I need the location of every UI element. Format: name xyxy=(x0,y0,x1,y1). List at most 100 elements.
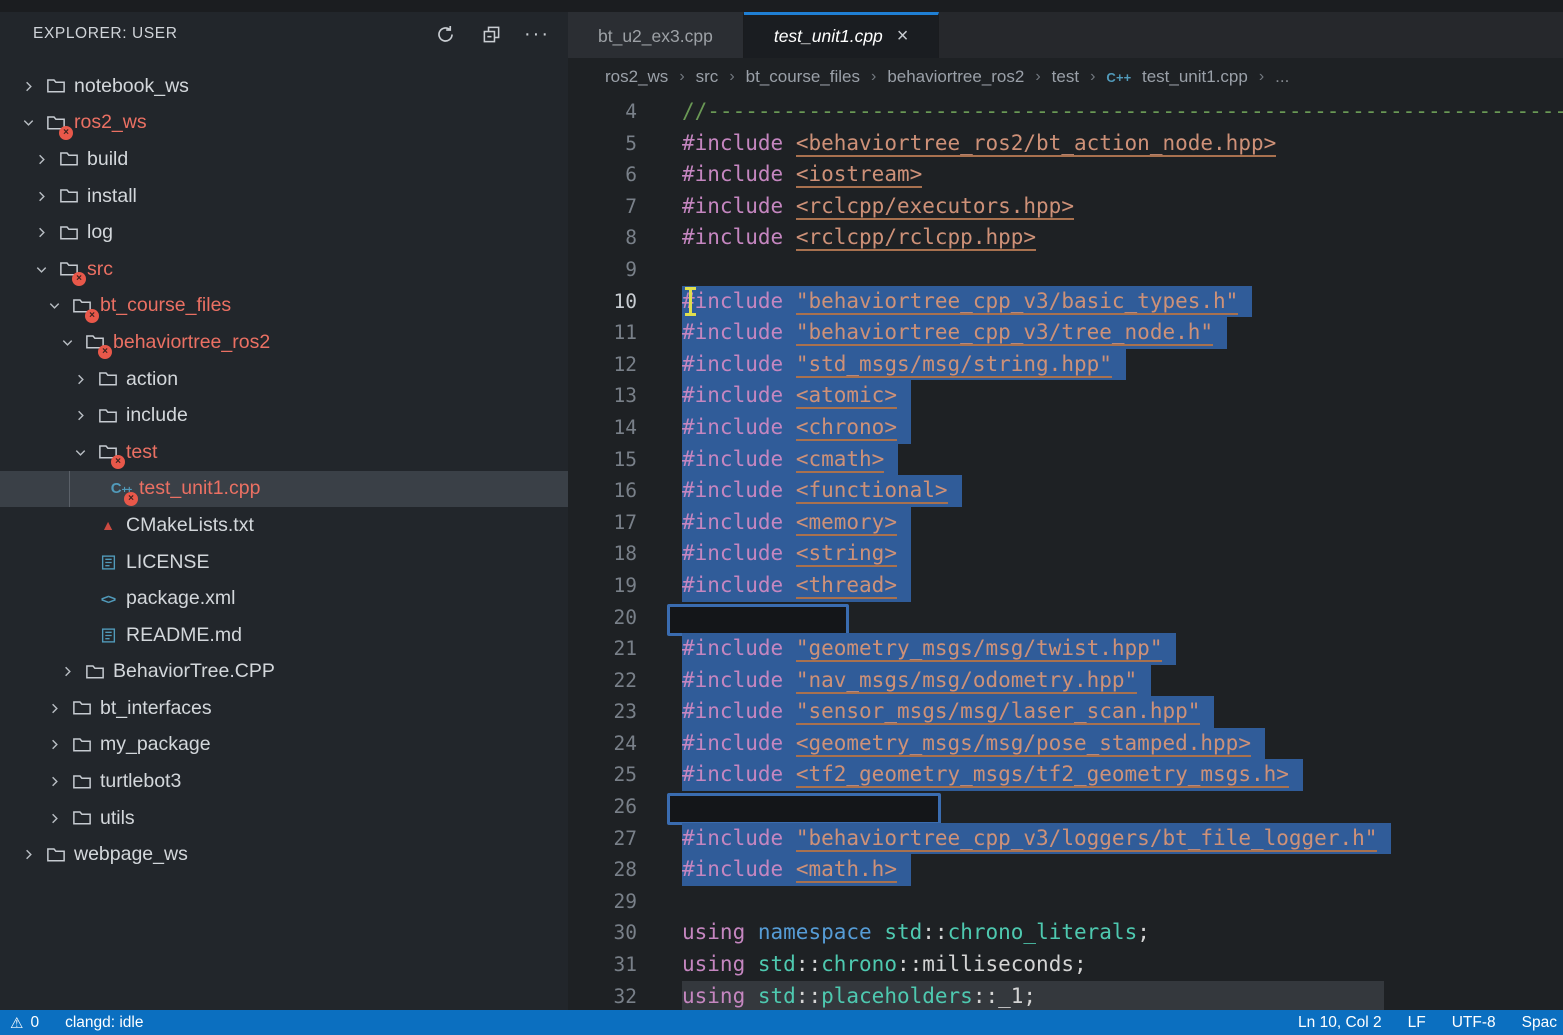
code-line-16[interactable]: 16#include <functional> xyxy=(568,475,1563,507)
breadcrumb-item-...[interactable]: ... xyxy=(1275,67,1289,87)
tree-item-chevron[interactable] xyxy=(57,664,77,679)
code-line-23[interactable]: 23#include "sensor_msgs/msg/laser_scan.h… xyxy=(568,696,1563,728)
file-tree[interactable]: notebook_ws×ros2_wsbuildinstalllog×src×b… xyxy=(0,56,568,1010)
tree-item-chevron[interactable] xyxy=(31,152,51,167)
tree-item-README.md[interactable]: README.md xyxy=(0,617,568,654)
code-line-8[interactable]: 8#include <rclcpp/rclcpp.hpp> xyxy=(568,222,1563,254)
code-line-5[interactable]: 5#include <behaviortree_ros2/bt_action_n… xyxy=(568,128,1563,160)
tree-item-bt_course_files[interactable]: ×bt_course_files xyxy=(0,288,568,325)
cursor-position[interactable]: Ln 10, Col 2 xyxy=(1298,1014,1382,1032)
breadcrumb-item-ros2_ws[interactable]: ros2_ws xyxy=(605,67,668,87)
status-text: 0 xyxy=(30,1014,39,1032)
tab-label: bt_u2_ex3.cpp xyxy=(598,26,713,47)
code-line-29[interactable]: 29 xyxy=(568,886,1563,918)
tree-item-test[interactable]: ×test xyxy=(0,434,568,471)
code-line-17[interactable]: 17#include <memory> xyxy=(568,507,1563,539)
code-line-22[interactable]: 22#include "nav_msgs/msg/odometry.hpp" xyxy=(568,665,1563,697)
tree-item-chevron[interactable] xyxy=(44,737,64,752)
indentation-indicator[interactable]: Spac xyxy=(1522,1014,1557,1032)
status-text: UTF-8 xyxy=(1452,1014,1496,1032)
tree-item-chevron[interactable] xyxy=(31,189,51,204)
tree-item-behaviortree_ros2[interactable]: ×behaviortree_ros2 xyxy=(0,324,568,361)
tree-item-chevron[interactable] xyxy=(70,372,90,387)
code-text: #include <geometry_msgs/msg/pose_stamped… xyxy=(682,728,1265,760)
code-line-28[interactable]: 28#include <math.h> xyxy=(568,854,1563,886)
tree-item-chevron[interactable] xyxy=(70,445,90,460)
code-line-15[interactable]: 15#include <cmath> xyxy=(568,444,1563,476)
line-number: 27 xyxy=(568,823,637,855)
breadcrumb-item-bt_course_files[interactable]: bt_course_files xyxy=(746,67,860,87)
code-line-13[interactable]: 13#include <atomic> xyxy=(568,380,1563,412)
tree-item-chevron[interactable] xyxy=(44,774,64,789)
code-line-7[interactable]: 7#include <rclcpp/executors.hpp> xyxy=(568,191,1563,223)
code-line-9[interactable]: 9 xyxy=(568,254,1563,286)
code-line-26[interactable]: 26 xyxy=(568,791,1563,823)
tree-item-BehaviorTree.CPP[interactable]: BehaviorTree.CPP xyxy=(0,654,568,691)
line-number: 28 xyxy=(568,854,637,886)
tab-close-icon[interactable]: × xyxy=(897,25,909,48)
tree-item-CMakeLists.txt[interactable]: ▲CMakeLists.txt xyxy=(0,507,568,544)
code-line-27[interactable]: 27#include "behaviortree_cpp_v3/loggers/… xyxy=(568,823,1563,855)
code-line-20[interactable]: 20 xyxy=(568,602,1563,634)
tree-item-chevron[interactable] xyxy=(31,225,51,240)
line-number: 12 xyxy=(568,349,637,381)
tree-item-my_package[interactable]: my_package xyxy=(0,727,568,764)
tree-item-turtlebot3[interactable]: turtlebot3 xyxy=(0,763,568,800)
tree-item-webpage_ws[interactable]: webpage_ws xyxy=(0,836,568,873)
tab-bt_u2_ex3.cpp[interactable]: bt_u2_ex3.cpp xyxy=(568,12,744,58)
code-line-30[interactable]: 30using namespace std::chrono_literals; xyxy=(568,917,1563,949)
code-editor[interactable]: 4//-------------------------------------… xyxy=(568,96,1563,1010)
code-line-6[interactable]: 6#include <iostream> xyxy=(568,159,1563,191)
tree-item-ros2_ws[interactable]: ×ros2_ws xyxy=(0,105,568,142)
tree-item-log[interactable]: log xyxy=(0,214,568,251)
code-line-32[interactable]: 32using std::placeholders::_1; xyxy=(568,981,1563,1010)
tab-test_unit1.cpp[interactable]: test_unit1.cpp× xyxy=(744,12,940,58)
code-line-24[interactable]: 24#include <geometry_msgs/msg/pose_stamp… xyxy=(568,728,1563,760)
tree-item-chevron[interactable] xyxy=(44,298,64,313)
code-line-21[interactable]: 21#include "geometry_msgs/msg/twist.hpp" xyxy=(568,633,1563,665)
tree-item-LICENSE[interactable]: LICENSE xyxy=(0,544,568,581)
code-line-11[interactable]: 11#include "behaviortree_cpp_v3/tree_nod… xyxy=(568,317,1563,349)
code-line-31[interactable]: 31using std::chrono::milliseconds; xyxy=(568,949,1563,981)
tree-item-action[interactable]: action xyxy=(0,361,568,398)
tree-item-chevron[interactable] xyxy=(70,408,90,423)
problems-indicator[interactable]: ⚠0 xyxy=(10,1014,39,1032)
tree-item-utils[interactable]: utils xyxy=(0,800,568,837)
collapse-folders-button[interactable] xyxy=(480,23,502,45)
tree-item-install[interactable]: install xyxy=(0,178,568,215)
code-line-14[interactable]: 14#include <chrono> xyxy=(568,412,1563,444)
tree-item-chevron[interactable] xyxy=(18,79,38,94)
tree-item-build[interactable]: build xyxy=(0,141,568,178)
code-line-12[interactable]: 12#include "std_msgs/msg/string.hpp" xyxy=(568,349,1563,381)
encoding-indicator[interactable]: UTF-8 xyxy=(1452,1014,1496,1032)
code-line-25[interactable]: 25#include <tf2_geometry_msgs/tf2_geomet… xyxy=(568,759,1563,791)
tree-item-src[interactable]: ×src xyxy=(0,251,568,288)
tree-item-include[interactable]: include xyxy=(0,397,568,434)
tree-item-chevron[interactable] xyxy=(18,115,38,130)
more-actions-button[interactable]: ··· xyxy=(526,23,548,45)
chevron-right-icon xyxy=(47,701,62,716)
breadcrumb-item-test[interactable]: test xyxy=(1052,67,1079,87)
tree-item-chevron[interactable] xyxy=(44,701,64,716)
tree-item-test_unit1.cpp[interactable]: C++×test_unit1.cpp xyxy=(0,471,568,508)
tree-item-chevron[interactable] xyxy=(57,335,77,350)
tree-item-label: build xyxy=(87,148,128,171)
tree-item-chevron[interactable] xyxy=(31,262,51,277)
code-text: #include <chrono> xyxy=(682,412,911,444)
code-line-4[interactable]: 4//-------------------------------------… xyxy=(568,96,1563,128)
code-line-10[interactable]: 10#include "behaviortree_cpp_v3/basic_ty… xyxy=(568,286,1563,318)
tree-item-chevron[interactable] xyxy=(18,847,38,862)
clangd-status[interactable]: clangd: idle xyxy=(65,1014,143,1032)
code-line-18[interactable]: 18#include <string> xyxy=(568,538,1563,570)
eol-indicator[interactable]: LF xyxy=(1408,1014,1426,1032)
tree-item-notebook_ws[interactable]: notebook_ws xyxy=(0,68,568,105)
breadcrumb-item-behaviortree_ros2[interactable]: behaviortree_ros2 xyxy=(887,67,1024,87)
tree-item-package.xml[interactable]: <>package.xml xyxy=(0,580,568,617)
code-line-19[interactable]: 19#include <thread> xyxy=(568,570,1563,602)
refresh-explorer-button[interactable] xyxy=(434,23,456,45)
tree-item-chevron[interactable] xyxy=(44,811,64,826)
breadcrumb-item-test_unit1.cpp[interactable]: test_unit1.cpp xyxy=(1142,67,1248,87)
breadcrumb-item-src[interactable]: src xyxy=(696,67,719,87)
code-text: #include <functional> xyxy=(682,475,962,507)
tree-item-bt_interfaces[interactable]: bt_interfaces xyxy=(0,690,568,727)
